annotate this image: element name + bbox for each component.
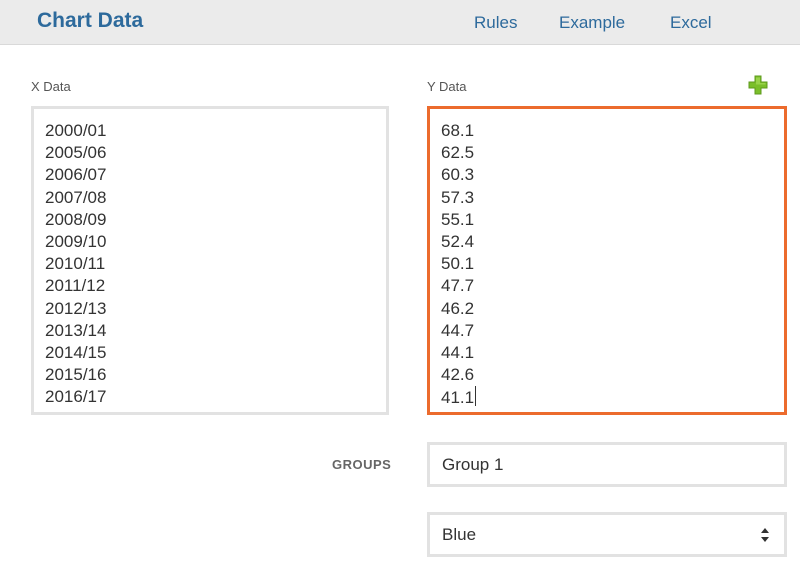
- y-data-line: 41.1: [441, 386, 477, 408]
- x-data-line: 2010/11: [45, 254, 106, 274]
- x-data-line: 2013/14: [45, 320, 107, 340]
- nav-link-excel[interactable]: Excel: [670, 13, 712, 33]
- y-data-line: 50.1: [441, 254, 475, 274]
- color-select[interactable]: Blue: [427, 512, 787, 557]
- x-data-line: 2008/09: [45, 209, 107, 229]
- groups-input[interactable]: Group 1: [427, 442, 787, 487]
- x-data-line: 2014/15: [45, 342, 107, 362]
- x-data-textarea[interactable]: 2000/01 2005/06 2006/07 2007/08 2008/09 2009/…: [31, 106, 389, 415]
- x-data-line: 2000/01: [45, 121, 107, 140]
- y-data-line: 60.3: [441, 165, 475, 185]
- x-data-line: 2009/10: [45, 231, 107, 251]
- top-bar: Chart Data Rules Example Excel: [0, 0, 800, 45]
- y-data-line: 47.7: [441, 276, 475, 296]
- x-data-line: 2015/16: [45, 365, 107, 385]
- color-select-value: Blue: [442, 525, 477, 544]
- y-data-line: 57.3: [441, 187, 475, 207]
- y-data-textarea[interactable]: 68.1 62.5 60.3 57.3 55.1 52.4 50.1 47.7 46.2 44.7…: [427, 106, 787, 415]
- nav-link-example[interactable]: Example: [559, 13, 625, 33]
- x-data-line: 2007/08: [45, 187, 107, 207]
- y-data-line: 68.1: [441, 121, 475, 140]
- y-data-line: 44.1: [441, 342, 475, 362]
- x-data-line: 2016/17: [45, 387, 107, 407]
- y-data-line: 62.5: [441, 143, 475, 163]
- x-data-line: 2012/13: [45, 298, 107, 318]
- y-data-line: 55.1: [441, 209, 475, 229]
- y-data-line: 44.7: [441, 320, 475, 340]
- x-data-line: 2006/07: [45, 165, 107, 185]
- y-data-line: 42.6: [441, 365, 475, 385]
- y-data-label: Y Data: [427, 79, 467, 94]
- x-data-line: 2005/06: [45, 143, 107, 163]
- y-data-line: 46.2: [441, 298, 475, 318]
- x-data-label: X Data: [31, 79, 71, 94]
- text-caret: [475, 386, 477, 407]
- up-down-arrows-icon: [761, 528, 769, 542]
- nav-link-rules[interactable]: Rules: [474, 13, 517, 33]
- page-title: Chart Data: [37, 9, 144, 32]
- y-data-line: 52.4: [441, 231, 475, 251]
- x-data-line: 2011/12: [45, 276, 106, 296]
- groups-label: GROUPS: [332, 457, 392, 472]
- add-series-plus-icon[interactable]: [748, 75, 768, 95]
